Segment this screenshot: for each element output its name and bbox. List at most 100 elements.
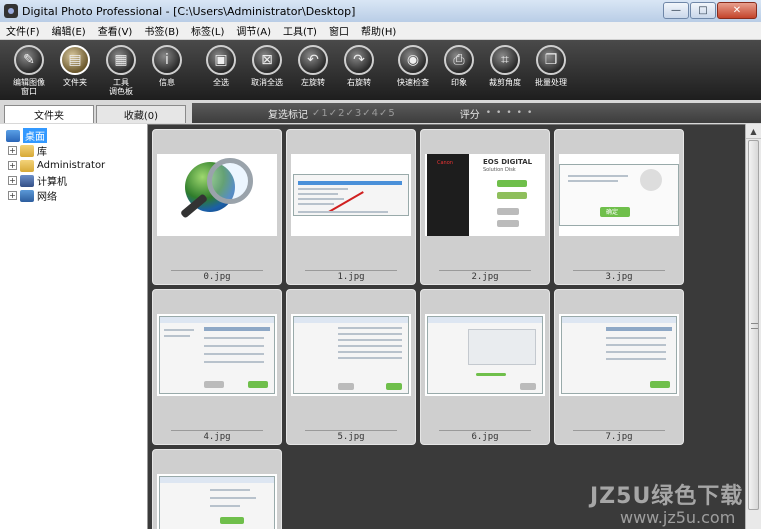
thumbnail-cell[interactable]: 7.jpg (554, 289, 684, 445)
tab-collection[interactable]: 收藏(0) (96, 105, 186, 123)
print-label: 印象 (451, 78, 467, 87)
crop-angle-button[interactable]: ⌗ 裁剪角度 (482, 40, 528, 100)
close-button[interactable]: ✕ (717, 2, 757, 19)
tool-palette-icon: ▦ (106, 45, 136, 75)
watermark-url: www.jz5u.com (620, 508, 736, 527)
rating-label: 评分 (459, 109, 480, 121)
rating-filter[interactable]: ••••• (486, 108, 538, 118)
tool-palette-label: 工具 调色板 (109, 78, 133, 96)
thumbnail-filename: 1.jpg (305, 270, 397, 282)
edit-window-icon: ✎ (14, 45, 44, 75)
menu-adjust[interactable]: 调节(A) (230, 23, 277, 38)
rotate-right-icon: ↷ (344, 45, 374, 75)
thumbnail-filename: 6.jpg (439, 430, 531, 442)
library-icon (20, 144, 34, 157)
thumbnail-filename: 2.jpg (439, 270, 531, 282)
title-bar: Digital Photo Professional - [C:\Users\A… (0, 0, 761, 22)
folder-tree-panel: 桌面 + 库 + Administrator + 计算机 + 网络 (0, 124, 148, 529)
quick-check-button[interactable]: ◉ 快速检查 (390, 40, 436, 100)
menu-edit[interactable]: 编辑(E) (46, 23, 92, 38)
check-mark-label: 复选标记 (268, 109, 308, 121)
thumbnail-cell[interactable]: 5.jpg (286, 289, 416, 445)
deselect-all-button[interactable]: ⊠ 取消全选 (244, 40, 290, 100)
filter-bar: 复选标记 ✓1✓2✓3✓4✓5 评分 ••••• (192, 103, 761, 123)
thumbnail-cell[interactable]: 0.jpg (152, 129, 282, 285)
menu-help[interactable]: 帮助(H) (355, 23, 402, 38)
menu-bar: 文件(F) 编辑(E) 查看(V) 书签(B) 标签(L) 调节(A) 工具(T… (0, 22, 761, 40)
expand-icon[interactable]: + (8, 161, 17, 170)
menu-bookmark[interactable]: 书签(B) (138, 23, 185, 38)
thumbnail-grid: 0.jpg 1.jpg Canon EOS DIGITAL Solution D… (148, 124, 745, 529)
thumbnail-image: Canon EOS DIGITAL Solution Disk (425, 154, 545, 236)
menu-view[interactable]: 查看(V) (92, 23, 139, 38)
expand-icon[interactable]: + (8, 146, 17, 155)
info-button[interactable]: i 信息 (144, 40, 190, 100)
thumbnail-image (291, 314, 411, 396)
thumbnail-cell[interactable] (152, 449, 282, 529)
thumbnail-cell[interactable]: Canon EOS DIGITAL Solution Disk 2.jpg (420, 129, 550, 285)
folder-button[interactable]: ▤ 文件夹 (52, 40, 98, 100)
menu-file[interactable]: 文件(F) (0, 23, 46, 38)
rotate-right-button[interactable]: ↷ 右旋转 (336, 40, 382, 100)
vertical-scrollbar[interactable]: ▲ (745, 124, 761, 529)
watermark-main: JZ5U绿色下载 (590, 484, 744, 509)
batch-process-label: 批量处理 (535, 78, 567, 87)
scrollbar-thumb[interactable] (748, 140, 759, 510)
deselect-all-label: 取消全选 (251, 78, 283, 87)
thumbnail-filename: 4.jpg (171, 430, 263, 442)
tree-item-label: 计算机 (37, 177, 67, 188)
magnifier-icon (207, 158, 253, 204)
info-label: 信息 (159, 78, 175, 87)
user-folder-icon (20, 159, 34, 172)
thumbnail-image (157, 154, 277, 236)
edit-window-button[interactable]: ✎ 编辑图像 窗口 (6, 40, 52, 100)
batch-process-icon: ❐ (536, 45, 566, 75)
batch-process-button[interactable]: ❐ 批量处理 (528, 40, 574, 100)
quick-check-label: 快速检查 (397, 78, 429, 87)
thumbnail-cell[interactable]: 4.jpg (152, 289, 282, 445)
tab-folder[interactable]: 文件夹 (4, 105, 94, 123)
tool-palette-button[interactable]: ▦ 工具 调色板 (98, 40, 144, 100)
crop-angle-icon: ⌗ (490, 45, 520, 75)
toolbar: ✎ 编辑图像 窗口 ▤ 文件夹 ▦ 工具 调色板 i 信息 ▣ 全选 ⊠ 取消全… (0, 40, 761, 100)
thumbnail-cell[interactable]: 1.jpg (286, 129, 416, 285)
quick-check-icon: ◉ (398, 45, 428, 75)
thumbnail-image (291, 154, 411, 236)
print-button[interactable]: ⎙ 印象 (436, 40, 482, 100)
thumbnail-filename: 7.jpg (573, 430, 665, 442)
tree-item-computer[interactable]: + 计算机 (8, 173, 67, 188)
crop-angle-label: 裁剪角度 (489, 78, 521, 87)
menu-window[interactable]: 窗口 (323, 23, 355, 38)
select-all-button[interactable]: ▣ 全选 (198, 40, 244, 100)
computer-icon (20, 174, 34, 187)
menu-label[interactable]: 标签(L) (185, 23, 230, 38)
rotate-left-button[interactable]: ↶ 左旋转 (290, 40, 336, 100)
thumbnail-image (559, 314, 679, 396)
scroll-up-icon[interactable]: ▲ (746, 124, 761, 139)
expand-icon[interactable]: + (8, 176, 17, 185)
thumbnail-cell[interactable]: 6.jpg (420, 289, 550, 445)
tree-item-administrator[interactable]: + Administrator (8, 158, 105, 173)
tree-item-desktop[interactable]: 桌面 (6, 128, 47, 143)
maximize-button[interactable]: □ (690, 2, 716, 19)
thumbnail-filename: 5.jpg (305, 430, 397, 442)
window-controls: — □ ✕ (662, 2, 757, 19)
tree-item-label: 网络 (37, 192, 57, 203)
thumbnail-image: 确定 (559, 154, 679, 236)
menu-tools[interactable]: 工具(T) (277, 23, 323, 38)
rotate-left-label: 左旋转 (301, 78, 325, 87)
minimize-button[interactable]: — (663, 2, 689, 19)
print-icon: ⎙ (444, 45, 474, 75)
rotate-right-label: 右旋转 (347, 78, 371, 87)
deselect-all-icon: ⊠ (252, 45, 282, 75)
select-all-label: 全选 (213, 78, 229, 87)
expand-icon[interactable]: + (8, 191, 17, 200)
check-mark-filter[interactable]: ✓1✓2✓3✓4✓5 (312, 108, 396, 119)
thumbnail-image (157, 314, 277, 396)
tree-item-network[interactable]: + 网络 (8, 188, 57, 203)
thumbnail-cell[interactable]: 确定 3.jpg (554, 129, 684, 285)
tree-item-library[interactable]: + 库 (8, 143, 47, 158)
app-icon (4, 4, 18, 18)
watermark: JZ5U绿色下载 www.jz5u.com (590, 478, 760, 528)
rotate-left-icon: ↶ (298, 45, 328, 75)
